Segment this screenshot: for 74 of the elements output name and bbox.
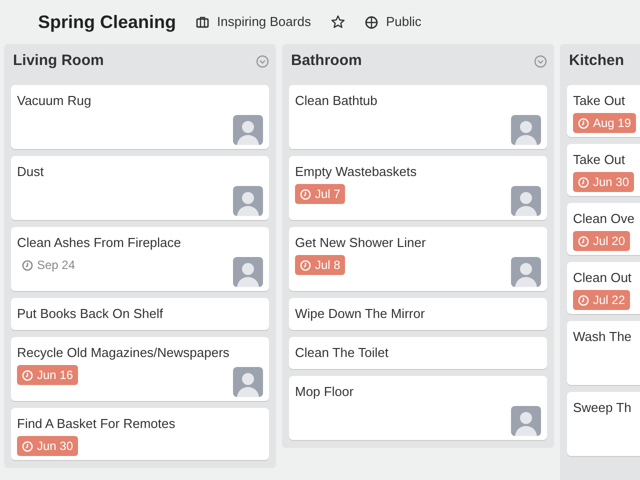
- list-title: Living Room: [13, 50, 104, 71]
- card-title: Find A Basket For Remotes: [17, 415, 176, 433]
- card-title: Clean Ashes From Fireplace: [17, 234, 182, 252]
- star-icon: [330, 15, 345, 29]
- due-date-label: Sep 24: [17, 255, 80, 275]
- team-button[interactable]: Inspiring Boards: [196, 12, 311, 32]
- clock-icon: [300, 260, 311, 270]
- task-card[interactable]: Take Out Aug 19: [567, 85, 640, 137]
- task-card[interactable]: Wipe Down The Mirror: [289, 298, 547, 330]
- clock-icon: [22, 260, 33, 270]
- card-title: Clean Ove: [573, 210, 634, 228]
- clock-icon: [300, 188, 311, 200]
- board-title: Spring Cleaning: [38, 10, 176, 34]
- card-title: Mop Floor: [295, 383, 354, 401]
- card-title: Clean The Toilet: [295, 344, 388, 362]
- avatar-silhouette: [511, 406, 541, 436]
- due-date-badge: Aug 19: [573, 113, 636, 133]
- avatar-silhouette: [511, 257, 541, 287]
- task-card[interactable]: Clean Bathtub: [289, 85, 547, 149]
- list-title: Bathroom: [291, 50, 362, 71]
- visibility-button[interactable]: Public: [364, 12, 422, 32]
- due-date-badge: Jul 22: [573, 290, 630, 310]
- card-title: Take Out: [573, 151, 626, 169]
- clock-icon: [578, 118, 589, 128]
- task-card[interactable]: Clean Out Jul 22: [567, 262, 640, 314]
- card-title: Sweep Th: [573, 399, 632, 417]
- card-title: Clean Bathtub: [295, 92, 378, 110]
- card-title: Wash The: [573, 328, 632, 346]
- avatar-silhouette: [511, 115, 541, 145]
- chevron-down-icon[interactable]: [534, 54, 547, 68]
- task-card[interactable]: Empty Wastebaskets Jul 7: [289, 156, 547, 220]
- card-title: Take Out: [573, 92, 626, 110]
- card-title: Wipe Down The Mirror: [295, 305, 425, 323]
- card-title: Clean Out: [573, 269, 632, 287]
- avatar-silhouette: [233, 115, 263, 145]
- due-date-badge: Jun 30: [17, 436, 78, 456]
- task-card[interactable]: Sweep Th: [567, 392, 640, 456]
- due-date-badge: Jul 7: [295, 184, 346, 204]
- task-card[interactable]: Mop Floor: [289, 376, 547, 440]
- due-date-badge: Jun 16: [17, 365, 78, 385]
- clock-icon: [578, 176, 589, 188]
- chevron-down-icon[interactable]: [256, 54, 269, 68]
- task-card[interactable]: Clean Ashes From Fireplace Sep 24: [11, 227, 269, 291]
- clock-icon: [578, 236, 589, 246]
- card-title: Recycle Old Magazines/Newspapers: [17, 344, 230, 362]
- clock-icon: [578, 294, 589, 306]
- due-date-badge: Jul 20: [573, 231, 630, 251]
- globe-icon: [364, 16, 378, 28]
- task-card[interactable]: Clean The Toilet: [289, 337, 547, 369]
- clock-icon: [22, 440, 33, 452]
- card-title: Get New Shower Liner: [295, 234, 426, 252]
- avatar-silhouette: [233, 186, 263, 216]
- briefcase-icon: [196, 16, 210, 28]
- card-title: Dust: [17, 163, 44, 181]
- star-button[interactable]: [330, 15, 345, 29]
- task-card[interactable]: Get New Shower Liner Jul 8: [289, 227, 547, 291]
- task-card[interactable]: Vacuum Rug: [11, 85, 269, 149]
- task-card[interactable]: Put Books Back On Shelf: [11, 298, 269, 330]
- task-card[interactable]: Find A Basket For Remotes Jun 30: [11, 408, 269, 460]
- avatar-silhouette: [233, 367, 263, 397]
- avatar-silhouette: [511, 186, 541, 216]
- task-card[interactable]: Recycle Old Magazines/Newspapers Jun 16: [11, 337, 269, 401]
- due-date-badge: Jul 8: [295, 255, 346, 275]
- due-date-badge: Jun 30: [573, 172, 634, 192]
- task-card[interactable]: Take Out Jun 30: [567, 144, 640, 196]
- task-card[interactable]: Clean Ove Jul 20: [567, 203, 640, 255]
- clock-icon: [22, 370, 33, 380]
- list-title: Kitchen: [569, 50, 624, 71]
- card-title: Put Books Back On Shelf: [17, 305, 163, 323]
- card-title: Empty Wastebaskets: [295, 163, 417, 181]
- task-card[interactable]: Dust: [11, 156, 269, 220]
- task-card[interactable]: Wash The: [567, 321, 640, 385]
- card-title: Vacuum Rug: [17, 92, 92, 110]
- avatar-silhouette: [233, 257, 263, 287]
